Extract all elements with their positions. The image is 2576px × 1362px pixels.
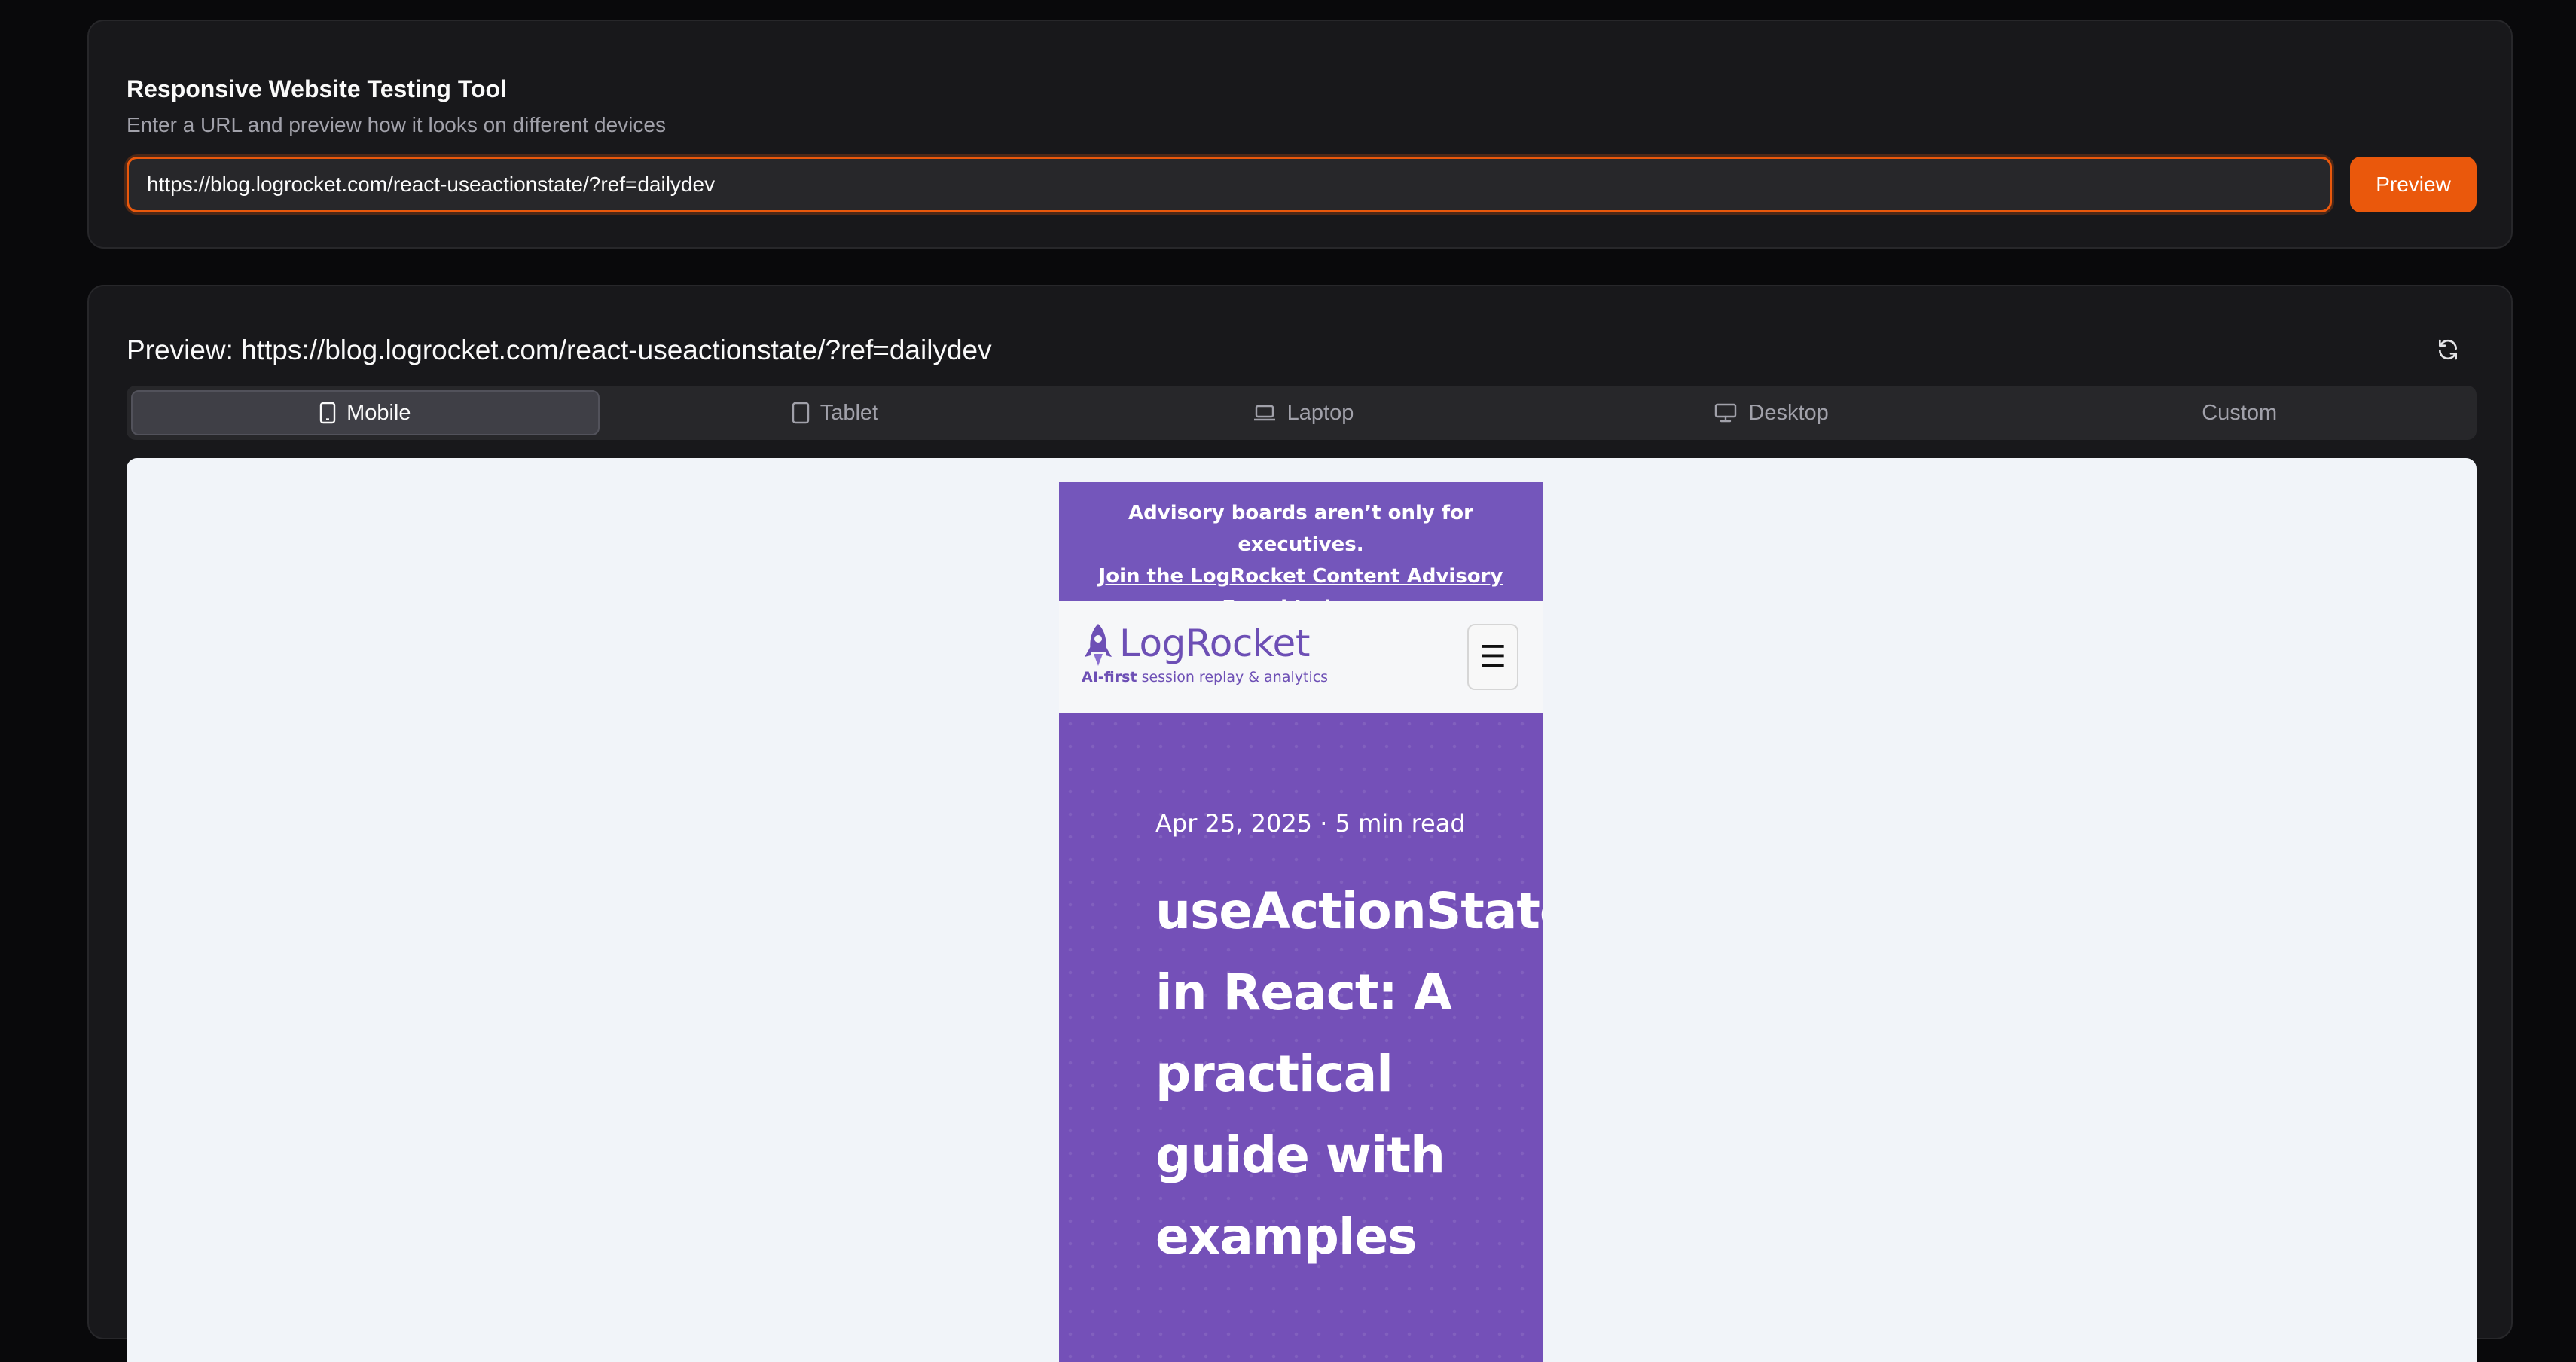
tab-laptop-label: Laptop	[1286, 400, 1354, 425]
tab-custom-label: Custom	[2202, 400, 2278, 425]
logo-tag-rest: session replay & analytics	[1141, 669, 1329, 686]
smartphone-icon	[319, 402, 336, 424]
meta-separator: ·	[1320, 809, 1328, 838]
rocket-icon	[1082, 622, 1115, 673]
article-read-time: 5 min read	[1335, 809, 1466, 838]
headline-line: in React: A	[1155, 963, 1452, 1022]
logo-tag-bold: AI-first	[1082, 669, 1137, 686]
hamburger-menu-icon: ☰	[1479, 640, 1506, 674]
mobile-preview-frame[interactable]: Advisory boards aren’t only for executiv…	[1059, 482, 1543, 1362]
article-hero: Apr 25, 2025 · 5 min read useActionState…	[1059, 713, 1543, 1362]
tab-mobile-label: Mobile	[346, 400, 411, 425]
tab-tablet[interactable]: Tablet	[603, 390, 1068, 435]
tablet-icon	[792, 402, 810, 424]
banner-text: Advisory boards aren’t only for executiv…	[1128, 502, 1473, 556]
logo-tagline: AI-first session replay & analytics	[1082, 669, 1328, 686]
tab-desktop[interactable]: Desktop	[1539, 390, 2004, 435]
article-meta: Apr 25, 2025 · 5 min read	[1155, 809, 1466, 838]
tool-subtitle: Enter a URL and preview how it looks on …	[127, 113, 666, 136]
preview-button[interactable]: Preview	[2350, 157, 2477, 212]
laptop-icon	[1253, 403, 1277, 423]
url-input[interactable]	[127, 157, 2332, 212]
advisory-banner: Advisory boards aren’t only for executiv…	[1059, 482, 1543, 619]
refresh-button[interactable]	[2425, 328, 2471, 374]
logrocket-logo[interactable]: LogRocket	[1082, 622, 1310, 673]
device-tabs: Mobile Tablet Laptop Desktop Custom	[127, 386, 2477, 440]
monitor-icon	[1714, 402, 1738, 423]
headline-line: examples	[1155, 1208, 1418, 1266]
headline-line: guide with	[1155, 1126, 1445, 1184]
article-headline: useActionState in React: A practical gui…	[1155, 871, 1543, 1278]
preview-title: Preview: https://blog.logrocket.com/reac…	[127, 334, 992, 365]
hamburger-menu-button[interactable]: ☰	[1467, 624, 1518, 690]
headline-line: practical	[1155, 1045, 1393, 1103]
tab-tablet-label: Tablet	[819, 400, 879, 425]
tab-custom[interactable]: Custom	[2007, 390, 2472, 435]
tab-laptop[interactable]: Laptop	[1070, 390, 1536, 435]
url-entry-card: Responsive Website Testing Tool Enter a …	[87, 20, 2513, 249]
logo-text: LogRocket	[1119, 621, 1310, 665]
refresh-icon	[2436, 337, 2460, 365]
preview-card: Preview: https://blog.logrocket.com/reac…	[87, 285, 2513, 1362]
site-navbar: LogRocket AI-first session replay & anal…	[1059, 601, 1543, 713]
tool-title: Responsive Website Testing Tool	[127, 75, 507, 102]
article-date: Apr 25, 2025	[1155, 809, 1313, 838]
tab-mobile[interactable]: Mobile	[131, 390, 600, 435]
tab-desktop-label: Desktop	[1748, 400, 1829, 425]
headline-line: useActionState	[1155, 882, 1543, 940]
preview-stage: Advisory boards aren’t only for executiv…	[127, 458, 2477, 1362]
